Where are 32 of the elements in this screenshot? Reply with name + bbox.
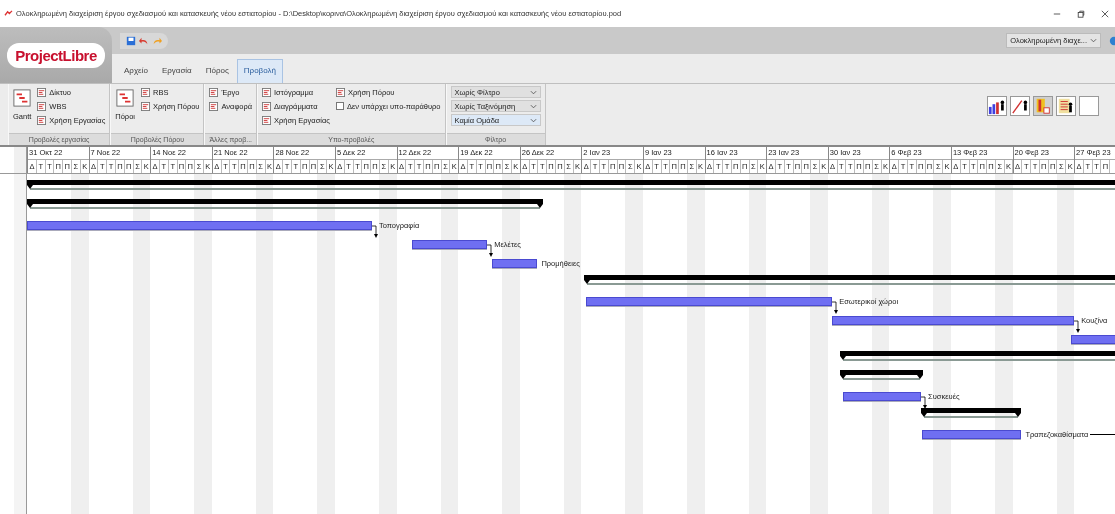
undo-icon[interactable] bbox=[139, 35, 149, 46]
document-icon bbox=[335, 87, 345, 97]
report-icon[interactable] bbox=[1033, 96, 1053, 116]
task-bar[interactable] bbox=[491, 259, 538, 268]
ribbon-tab[interactable]: Πόρος bbox=[199, 60, 235, 83]
document-icon bbox=[209, 101, 219, 111]
document-icon bbox=[141, 101, 150, 111]
ribbon-tab[interactable]: Αρχείο bbox=[118, 60, 154, 83]
usage-table-icon[interactable] bbox=[1056, 96, 1076, 116]
document-icon bbox=[37, 87, 47, 97]
checkbox[interactable] bbox=[335, 102, 344, 110]
ribbon-tab[interactable]: Προβολή bbox=[236, 59, 283, 83]
summary-bar[interactable] bbox=[840, 370, 923, 382]
document-icon bbox=[141, 87, 150, 97]
document-icon bbox=[209, 87, 219, 97]
document-icon bbox=[262, 101, 272, 111]
caret-icon bbox=[1090, 38, 1097, 43]
ribbon-tab[interactable]: Εργασία bbox=[155, 60, 198, 83]
task-bar[interactable] bbox=[842, 392, 922, 401]
save-icon[interactable] bbox=[126, 35, 136, 46]
summary-bar[interactable] bbox=[27, 199, 543, 211]
app-logo: ProjectLibre bbox=[7, 42, 105, 68]
line-chart-icon[interactable] bbox=[1010, 96, 1030, 116]
restore-icon[interactable] bbox=[1077, 9, 1085, 18]
document-icon bbox=[262, 115, 272, 125]
document-icon bbox=[37, 115, 47, 125]
app-icon bbox=[4, 10, 13, 17]
document-icon bbox=[37, 101, 47, 111]
document-icon bbox=[262, 87, 272, 97]
summary-bar[interactable] bbox=[921, 408, 1021, 420]
histogram-icon[interactable] bbox=[987, 96, 1007, 116]
close-icon[interactable] bbox=[1101, 9, 1109, 18]
